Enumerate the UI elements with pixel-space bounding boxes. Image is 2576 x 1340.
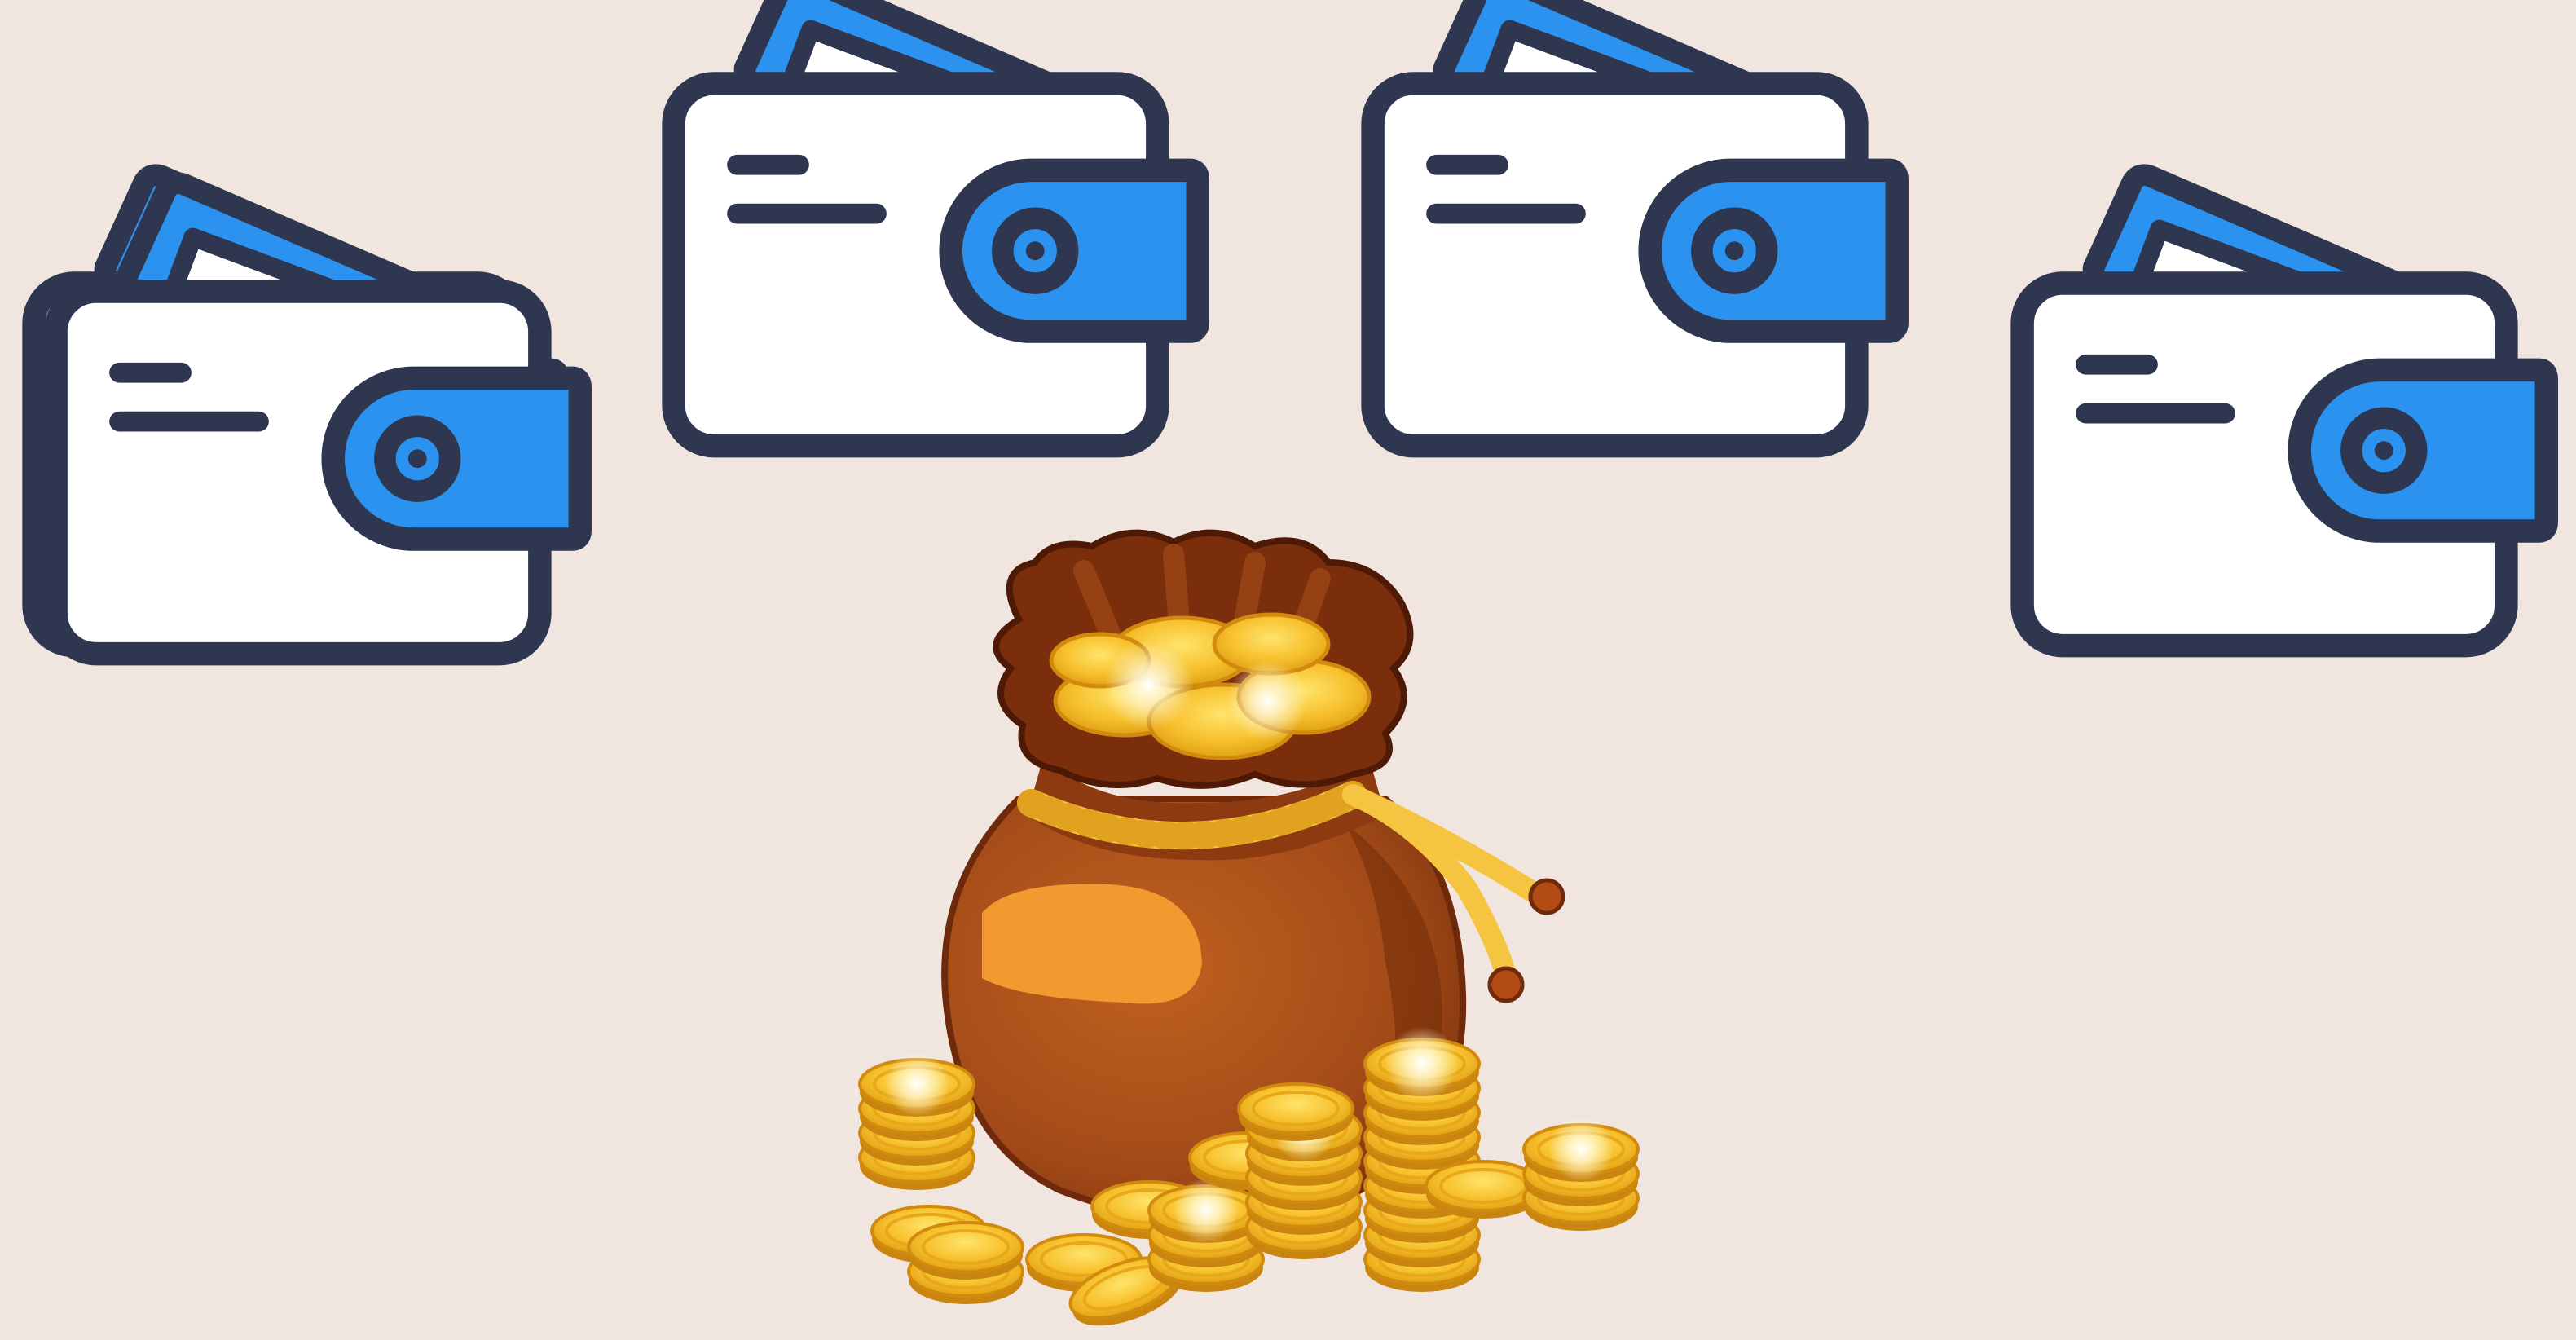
- gold-coin-icon: [858, 1051, 975, 1192]
- gold-coin-icon: [1522, 1117, 1640, 1232]
- illustration-stage: [0, 0, 2576, 1340]
- wallets-and-money-bag-illustration: [0, 0, 2576, 1340]
